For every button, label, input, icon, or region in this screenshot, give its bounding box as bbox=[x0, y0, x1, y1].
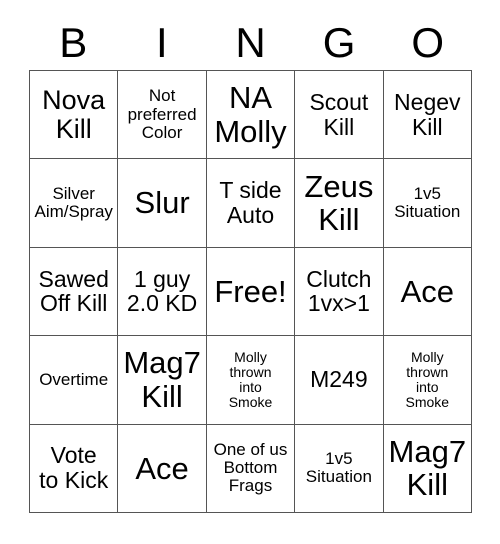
bingo-cell-label: Negev Kill bbox=[394, 88, 461, 140]
bingo-cell-r2c3[interactable]: T side Auto bbox=[206, 159, 296, 248]
bingo-cell-label: Not preferred Color bbox=[127, 86, 197, 142]
bingo-header-letter-b: B bbox=[59, 19, 88, 66]
bingo-cell-r4c5[interactable]: Molly thrown into Smoke bbox=[383, 336, 472, 425]
bingo-cell-label: Molly thrown into Smoke bbox=[228, 348, 273, 410]
bingo-cell-r2c2[interactable]: Slur bbox=[118, 159, 207, 248]
bingo-cell-label: Slur bbox=[134, 185, 190, 221]
bingo-header: B I N G O bbox=[29, 16, 472, 70]
bingo-cell-label: 1v5 Situation bbox=[305, 448, 372, 487]
bingo-card: B I N G O Nova Kill Not preferred Color NA… bbox=[0, 0, 500, 544]
bingo-cell-r1c4[interactable]: Scout Kill bbox=[295, 71, 384, 160]
bingo-cell-label: Zeus Kill bbox=[304, 168, 374, 238]
bingo-cell-r5c5[interactable]: Mag7 Kill bbox=[383, 424, 472, 513]
bingo-cell-r5c2[interactable]: Ace bbox=[118, 424, 207, 513]
bingo-cell-r4c1[interactable]: Overtime bbox=[30, 336, 119, 425]
bingo-cell-label: T side Auto bbox=[219, 177, 282, 229]
bingo-cell-r2c1[interactable]: Silver Aim/Spray bbox=[30, 159, 119, 248]
bingo-cell-label: Silver Aim/Spray bbox=[34, 183, 113, 222]
bingo-cell-r3c2[interactable]: 1 guy 2.0 KD bbox=[118, 247, 207, 337]
bingo-cell-label: Ace bbox=[135, 450, 189, 486]
bingo-header-letter-o: O bbox=[411, 19, 444, 66]
bingo-cell-label: Nova Kill bbox=[42, 84, 106, 144]
bingo-cell-label: M249 bbox=[310, 366, 368, 393]
bingo-cell-label: NA Molly bbox=[214, 80, 287, 149]
bingo-cell-label: 1v5 Situation bbox=[394, 183, 461, 222]
bingo-cell-r5c3[interactable]: One of us Bottom Frags bbox=[206, 424, 296, 513]
bingo-cell-label: Ace bbox=[400, 273, 454, 309]
bingo-cell-label: Molly thrown into Smoke bbox=[405, 348, 450, 410]
bingo-cell-r1c1[interactable]: Nova Kill bbox=[30, 71, 119, 160]
bingo-cell-label: Vote to Kick bbox=[39, 442, 109, 494]
bingo-cell-r3c4[interactable]: Clutch 1vx>1 bbox=[295, 247, 384, 337]
bingo-cell-label: Free! bbox=[214, 273, 287, 309]
bingo-cell-label: Mag7 Kill bbox=[123, 345, 201, 414]
bingo-cell-r3c5[interactable]: Ace bbox=[383, 247, 472, 337]
bingo-cell-r5c4[interactable]: 1v5 Situation bbox=[295, 424, 384, 513]
bingo-cell-r4c2[interactable]: Mag7 Kill bbox=[118, 336, 207, 425]
bingo-cell-label: One of us Bottom Frags bbox=[213, 439, 288, 496]
bingo-cell-r1c3[interactable]: NA Molly bbox=[206, 71, 296, 160]
bingo-cell-label: Sawed Off Kill bbox=[38, 265, 109, 317]
bingo-cell-r4c4[interactable]: M249 bbox=[295, 336, 384, 425]
bingo-cell-r4c3[interactable]: Molly thrown into Smoke bbox=[206, 336, 296, 425]
bingo-header-letter-n: N bbox=[235, 19, 266, 66]
bingo-cell-r3c1[interactable]: Sawed Off Kill bbox=[30, 247, 119, 337]
bingo-header-letter-i: I bbox=[156, 19, 168, 66]
bingo-cell-label: Overtime bbox=[39, 369, 109, 389]
bingo-cell-r3c3[interactable]: Free! bbox=[206, 247, 296, 337]
bingo-grid: Nova Kill Not preferred Color NA Molly Scou… bbox=[29, 70, 472, 513]
bingo-cell-label: Clutch 1vx>1 bbox=[306, 265, 372, 317]
bingo-cell-label: 1 guy 2.0 KD bbox=[126, 265, 198, 317]
bingo-cell-r2c5[interactable]: 1v5 Situation bbox=[383, 159, 472, 248]
bingo-header-letter-g: G bbox=[322, 19, 356, 66]
bingo-cell-r2c4[interactable]: Zeus Kill bbox=[295, 159, 384, 248]
bingo-cell-label: Scout Kill bbox=[309, 88, 369, 140]
bingo-cell-r1c2[interactable]: Not preferred Color bbox=[118, 71, 207, 160]
bingo-cell-label: Mag7 Kill bbox=[388, 433, 467, 503]
bingo-cell-r1c5[interactable]: Negev Kill bbox=[383, 71, 472, 160]
bingo-cell-r5c1[interactable]: Vote to Kick bbox=[30, 424, 119, 513]
